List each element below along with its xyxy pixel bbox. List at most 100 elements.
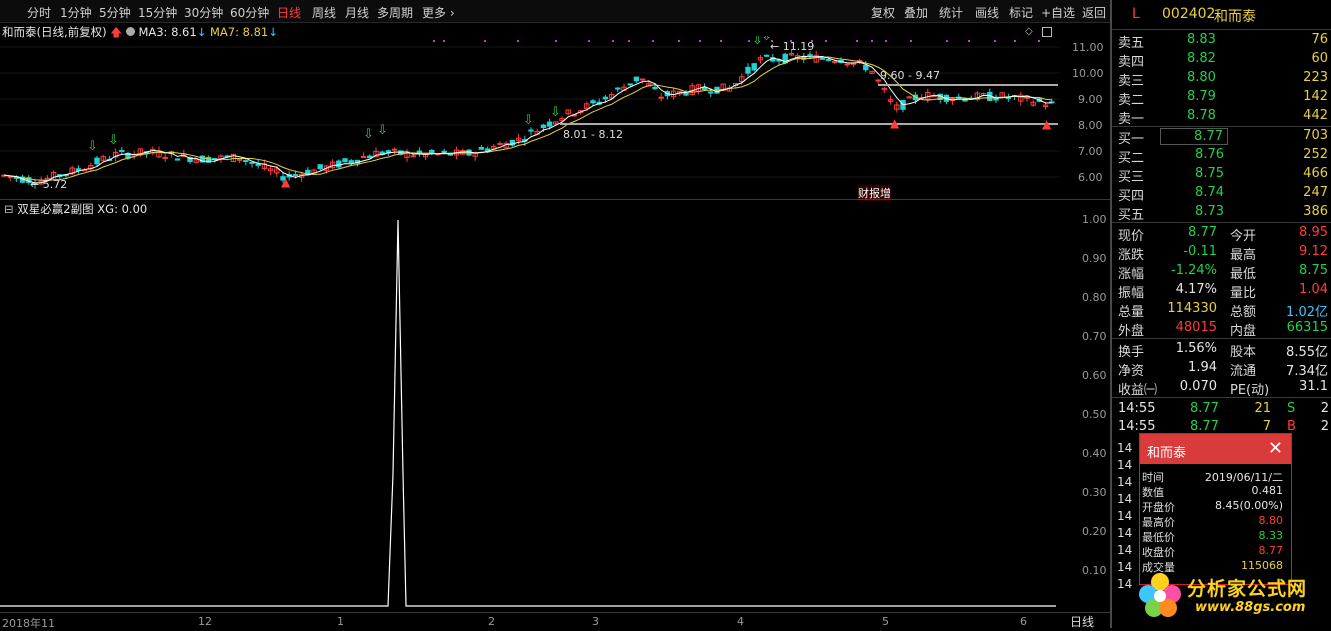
period-monthly[interactable]: 月线 [345,4,369,21]
candle-down [317,164,323,170]
candle-down [590,100,596,104]
price-tick: 10.00 [1072,67,1104,80]
period-15min[interactable]: 15分钟 [138,4,177,21]
ask-row: 卖三 8.80 223 [1112,69,1331,89]
price-axis: 11.00 10.00 9.00 8.00 7.00 6.00 [1062,36,1108,200]
range-annotation-lower: 8.01 - 8.12 [563,128,623,141]
indicator-axis: 1.00 0.90 0.80 0.70 0.60 0.50 0.40 0.30 … [1062,210,1108,610]
more-label: 更多 [422,6,447,20]
period-tag[interactable]: 日线 [1070,613,1094,630]
candle-up [844,63,850,66]
popup-key: 数值 [1142,486,1164,499]
bid-label: 买四 [1118,189,1145,204]
candle-down [546,121,553,127]
divider [1112,397,1331,398]
signal-dot [910,40,912,42]
candle-down [249,161,255,164]
stat-value: 8.77 [1188,225,1217,240]
candle-up [410,155,416,158]
candle-down [528,129,534,132]
ask-price: 8.80 [1187,70,1216,85]
close-icon[interactable]: ✕ [1268,438,1283,459]
bid-price: 8.75 [1195,166,1224,181]
period-weekly[interactable]: 周线 [312,4,336,21]
indicator-tick: 0.20 [1082,525,1107,538]
popup-row: 最低价 8.33 [1140,529,1291,544]
overlay-button[interactable]: 叠加 [904,4,928,21]
tick-price: 8.77 [1190,401,1219,416]
ask-row: 卖五 8.83 76 [1112,31,1331,51]
signal-dot [825,40,827,42]
signal-dot [484,40,486,42]
candle-down [819,57,826,60]
stat-key: 最低 [1230,267,1257,282]
signal-dot [1014,40,1016,42]
top-signal-dots [433,40,1040,42]
bid-label: 买二 [1118,151,1145,166]
period-30min[interactable]: 30分钟 [184,4,223,21]
indicator-chart[interactable] [0,214,1062,610]
chevron-right-icon: › [449,6,455,20]
signal-arrows: ⇩ ⇩ ⇩ ⇩⇩⇩⇩⇩▲▲ ▲ [87,36,1052,189]
stock-name: 和而泰 [1214,9,1256,25]
candle-up [639,78,646,81]
indicator-tick: 0.30 [1082,486,1107,499]
bid-row: 买五 8.73 386 [1112,203,1331,223]
candlestick-chart[interactable]: ⇩ ⇩ ⇩ ⇩⇩⇩⇩⇩▲▲ ▲ [0,36,1110,200]
popup-key: 收盘价 [1142,546,1175,559]
period-fenshi[interactable]: 分时 [27,4,51,21]
red-arrow-icon: ▲ [1042,117,1052,131]
bid-price: 8.74 [1195,185,1224,200]
finance-key: 收益㈠ [1118,383,1158,398]
time-tick: 6 [1020,615,1027,628]
price-tick: 9.00 [1078,93,1103,106]
period-toolbar: 分时 1分钟 5分钟 15分钟 30分钟 60分钟 日线 周线 月线 多周期 更… [0,0,1110,23]
popup-title: 和而泰 [1147,446,1187,461]
mark-button[interactable]: 标记 [1009,4,1033,21]
period-daily[interactable]: 日线 [277,4,301,21]
popup-row: 收盘价 8.77 [1140,544,1291,559]
price-tick: 11.00 [1072,41,1104,54]
finance-value: 31.1 [1299,379,1328,394]
time-tick: 2 [488,615,495,628]
stat-row: 外盘 48015 内盘 66315 [1112,319,1331,339]
divider [1112,338,1331,339]
popup-key: 最低价 [1142,531,1175,544]
price-tick: 7.00 [1078,145,1103,158]
stat-key: 总额 [1230,305,1257,320]
time-axis: 2018年11 12 1 2 3 4 5 6 日线 [0,612,1110,630]
period-5min[interactable]: 5分钟 [99,4,131,21]
signal-dot [588,40,590,42]
red-arrow-icon: ▲ [890,116,900,130]
fuquan-button[interactable]: 复权 [871,4,895,21]
ask-label: 卖一 [1118,112,1145,127]
stats-button[interactable]: 统计 [939,4,963,21]
finance-key: 股本 [1230,345,1257,360]
stat-value: 8.95 [1299,225,1328,240]
settings-circle-icon[interactable] [125,27,135,36]
popup-key: 最高价 [1142,516,1175,529]
period-more[interactable]: 更多 › [422,4,455,21]
candle-down [633,76,640,82]
draw-line-button[interactable]: 画线 [975,4,999,21]
candle-down [174,158,181,161]
popup-header: 和而泰 ✕ [1140,434,1291,464]
ask-price: 8.82 [1187,51,1216,66]
stat-value: 4.17% [1175,282,1217,297]
time-tick: 5 [882,615,889,628]
period-60min[interactable]: 60分钟 [230,4,269,21]
stat-key: 涨幅 [1118,267,1145,282]
bid-row: 买二 8.76 252 [1112,146,1331,166]
popup-value: 8.77 [1258,544,1284,557]
stat-row: 现价 8.77 今开 8.95 [1112,224,1331,244]
signal-dot [443,40,445,42]
candle-up [832,61,838,64]
period-1min[interactable]: 1分钟 [60,4,92,21]
finance-value: 8.55亿 [1286,345,1328,360]
pane-divider [0,199,1110,200]
period-multi[interactable]: 多周期 [377,4,413,21]
add-watchlist-button[interactable]: +自选 [1041,4,1075,21]
back-button[interactable]: 返回 [1082,4,1106,21]
price-tick: 6.00 [1078,171,1103,184]
low-annotation: ← 5.72 [30,178,68,191]
